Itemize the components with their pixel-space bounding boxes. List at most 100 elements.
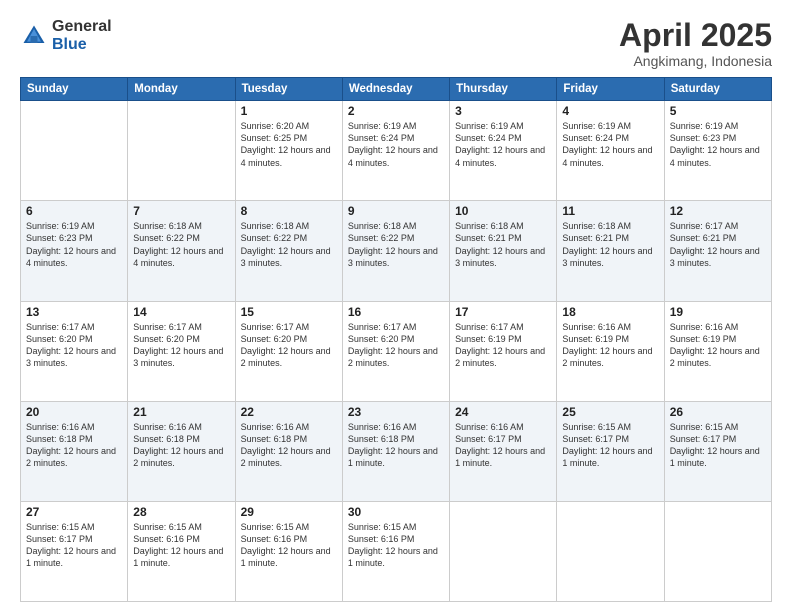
table-row: 28 Sunrise: 6:15 AM Sunset: 6:16 PM Dayli…	[128, 501, 235, 601]
day-number: 2	[348, 104, 444, 118]
table-row	[450, 501, 557, 601]
day-number: 10	[455, 204, 551, 218]
col-thursday: Thursday	[450, 78, 557, 101]
table-row: 3 Sunrise: 6:19 AM Sunset: 6:24 PM Daylig…	[450, 101, 557, 201]
table-row: 14 Sunrise: 6:17 AM Sunset: 6:20 PM Dayli…	[128, 301, 235, 401]
table-row: 12 Sunrise: 6:17 AM Sunset: 6:21 PM Dayli…	[664, 201, 771, 301]
day-info: Sunrise: 6:20 AM Sunset: 6:25 PM Dayligh…	[241, 120, 337, 169]
table-row: 23 Sunrise: 6:16 AM Sunset: 6:18 PM Dayli…	[342, 401, 449, 501]
table-row: 9Sunrise: 6:18 AM Sunset: 6:22 PM Daylig…	[342, 201, 449, 301]
table-row	[21, 101, 128, 201]
day-info: Sunrise: 6:15 AM Sunset: 6:17 PM Dayligh…	[562, 421, 658, 470]
day-number: 21	[133, 405, 229, 419]
table-row: 13Sunrise: 6:17 AM Sunset: 6:20 PM Dayli…	[21, 301, 128, 401]
day-number: 12	[670, 204, 766, 218]
page: General Blue April 2025 Angkimang, Indon…	[0, 0, 792, 612]
day-number: 3	[455, 104, 551, 118]
day-info: Sunrise: 6:18 AM Sunset: 6:22 PM Dayligh…	[133, 220, 229, 269]
table-row: 8 Sunrise: 6:18 AM Sunset: 6:22 PM Daylig…	[235, 201, 342, 301]
col-sunday: Sunday	[21, 78, 128, 101]
day-info: Sunrise: 6:16 AM Sunset: 6:18 PM Dayligh…	[241, 421, 337, 470]
col-saturday: Saturday	[664, 78, 771, 101]
day-info: Sunrise: 6:17 AM Sunset: 6:20 PM Dayligh…	[241, 321, 337, 370]
day-number: 4	[562, 104, 658, 118]
calendar-week-row: 27Sunrise: 6:15 AM Sunset: 6:17 PM Dayli…	[21, 501, 772, 601]
day-info: Sunrise: 6:17 AM Sunset: 6:21 PM Dayligh…	[670, 220, 766, 269]
day-info: Sunrise: 6:19 AM Sunset: 6:24 PM Dayligh…	[455, 120, 551, 169]
table-row	[664, 501, 771, 601]
table-row: 16Sunrise: 6:17 AM Sunset: 6:20 PM Dayli…	[342, 301, 449, 401]
day-info: Sunrise: 6:18 AM Sunset: 6:21 PM Dayligh…	[562, 220, 658, 269]
table-row: 24Sunrise: 6:16 AM Sunset: 6:17 PM Dayli…	[450, 401, 557, 501]
day-info: Sunrise: 6:18 AM Sunset: 6:22 PM Dayligh…	[241, 220, 337, 269]
table-row: 25 Sunrise: 6:15 AM Sunset: 6:17 PM Dayli…	[557, 401, 664, 501]
logo-blue: Blue	[52, 36, 112, 54]
table-row: 22 Sunrise: 6:16 AM Sunset: 6:18 PM Dayli…	[235, 401, 342, 501]
day-number: 6	[26, 204, 122, 218]
logo-icon	[20, 22, 48, 50]
header: General Blue April 2025 Angkimang, Indon…	[20, 18, 772, 69]
day-number: 28	[133, 505, 229, 519]
table-row: 30 Sunrise: 6:15 AM Sunset: 6:16 PM Dayli…	[342, 501, 449, 601]
day-number: 29	[241, 505, 337, 519]
day-number: 20	[26, 405, 122, 419]
day-number: 23	[348, 405, 444, 419]
calendar-week-row: 1Sunrise: 6:20 AM Sunset: 6:25 PM Daylig…	[21, 101, 772, 201]
month-title: April 2025	[619, 18, 772, 53]
header-row: Sunday Monday Tuesday Wednesday Thursday…	[21, 78, 772, 101]
day-number: 30	[348, 505, 444, 519]
calendar: Sunday Monday Tuesday Wednesday Thursday…	[20, 77, 772, 602]
table-row: 26Sunrise: 6:15 AM Sunset: 6:17 PM Dayli…	[664, 401, 771, 501]
calendar-week-row: 20 Sunrise: 6:16 AM Sunset: 6:18 PM Dayli…	[21, 401, 772, 501]
day-number: 8	[241, 204, 337, 218]
day-info: Sunrise: 6:17 AM Sunset: 6:20 PM Dayligh…	[133, 321, 229, 370]
day-info: Sunrise: 6:17 AM Sunset: 6:20 PM Dayligh…	[348, 321, 444, 370]
day-number: 15	[241, 305, 337, 319]
day-info: Sunrise: 6:15 AM Sunset: 6:17 PM Dayligh…	[670, 421, 766, 470]
day-number: 9	[348, 204, 444, 218]
table-row: 2 Sunrise: 6:19 AM Sunset: 6:24 PM Daylig…	[342, 101, 449, 201]
logo-general: General	[52, 18, 112, 36]
day-number: 18	[562, 305, 658, 319]
table-row: 19 Sunrise: 6:16 AM Sunset: 6:19 PM Dayli…	[664, 301, 771, 401]
day-info: Sunrise: 6:15 AM Sunset: 6:16 PM Dayligh…	[133, 521, 229, 570]
table-row: 1Sunrise: 6:20 AM Sunset: 6:25 PM Daylig…	[235, 101, 342, 201]
calendar-week-row: 6 Sunrise: 6:19 AM Sunset: 6:23 PM Daylig…	[21, 201, 772, 301]
day-info: Sunrise: 6:18 AM Sunset: 6:21 PM Dayligh…	[455, 220, 551, 269]
col-friday: Friday	[557, 78, 664, 101]
day-info: Sunrise: 6:16 AM Sunset: 6:18 PM Dayligh…	[348, 421, 444, 470]
day-info: Sunrise: 6:15 AM Sunset: 6:16 PM Dayligh…	[348, 521, 444, 570]
calendar-week-row: 13Sunrise: 6:17 AM Sunset: 6:20 PM Dayli…	[21, 301, 772, 401]
day-info: Sunrise: 6:16 AM Sunset: 6:19 PM Dayligh…	[562, 321, 658, 370]
day-info: Sunrise: 6:16 AM Sunset: 6:19 PM Dayligh…	[670, 321, 766, 370]
table-row: 29Sunrise: 6:15 AM Sunset: 6:16 PM Dayli…	[235, 501, 342, 601]
day-info: Sunrise: 6:19 AM Sunset: 6:24 PM Dayligh…	[562, 120, 658, 169]
day-number: 5	[670, 104, 766, 118]
table-row: 11Sunrise: 6:18 AM Sunset: 6:21 PM Dayli…	[557, 201, 664, 301]
day-info: Sunrise: 6:16 AM Sunset: 6:18 PM Dayligh…	[26, 421, 122, 470]
table-row	[557, 501, 664, 601]
day-number: 17	[455, 305, 551, 319]
col-tuesday: Tuesday	[235, 78, 342, 101]
day-info: Sunrise: 6:19 AM Sunset: 6:23 PM Dayligh…	[26, 220, 122, 269]
day-info: Sunrise: 6:19 AM Sunset: 6:24 PM Dayligh…	[348, 120, 444, 169]
table-row: 21Sunrise: 6:16 AM Sunset: 6:18 PM Dayli…	[128, 401, 235, 501]
table-row: 6 Sunrise: 6:19 AM Sunset: 6:23 PM Daylig…	[21, 201, 128, 301]
day-number: 7	[133, 204, 229, 218]
title-block: April 2025 Angkimang, Indonesia	[619, 18, 772, 69]
day-number: 19	[670, 305, 766, 319]
table-row: 20 Sunrise: 6:16 AM Sunset: 6:18 PM Dayli…	[21, 401, 128, 501]
table-row	[128, 101, 235, 201]
table-row: 4 Sunrise: 6:19 AM Sunset: 6:24 PM Daylig…	[557, 101, 664, 201]
day-info: Sunrise: 6:17 AM Sunset: 6:19 PM Dayligh…	[455, 321, 551, 370]
subtitle: Angkimang, Indonesia	[619, 53, 772, 69]
table-row: 10 Sunrise: 6:18 AM Sunset: 6:21 PM Dayli…	[450, 201, 557, 301]
logo-text: General Blue	[52, 18, 112, 53]
col-wednesday: Wednesday	[342, 78, 449, 101]
day-number: 22	[241, 405, 337, 419]
table-row: 27Sunrise: 6:15 AM Sunset: 6:17 PM Dayli…	[21, 501, 128, 601]
col-monday: Monday	[128, 78, 235, 101]
day-number: 14	[133, 305, 229, 319]
day-info: Sunrise: 6:17 AM Sunset: 6:20 PM Dayligh…	[26, 321, 122, 370]
day-number: 25	[562, 405, 658, 419]
